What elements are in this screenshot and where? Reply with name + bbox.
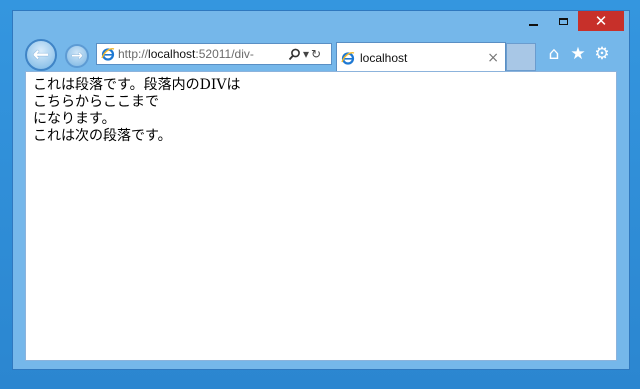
maximize-button[interactable] — [549, 11, 577, 31]
paragraph-line: こちらからここまで — [33, 94, 159, 110]
home-icon[interactable]: ⌂ — [544, 44, 564, 64]
close-button[interactable]: ✕ — [578, 11, 624, 31]
refresh-icon[interactable]: ↻ — [311, 48, 321, 60]
search-icon[interactable] — [288, 48, 301, 61]
maximize-icon — [558, 17, 568, 25]
forward-button[interactable]: → — [65, 44, 89, 68]
gear-icon[interactable]: ⚙ — [592, 44, 612, 64]
minimize-button[interactable] — [519, 11, 547, 31]
paragraph-line: これは段落です。段落内のDIVは — [33, 77, 241, 93]
title-bar[interactable]: ✕ — [13, 11, 629, 41]
minimize-icon — [528, 24, 538, 26]
forward-arrow-icon: → — [71, 48, 83, 64]
browser-window: ✕ ← → http://localhost:52011/div- ▾ ↻ lo… — [12, 10, 630, 370]
ie-logo-icon — [101, 47, 115, 61]
back-button[interactable]: ← — [25, 39, 57, 71]
navigation-bar: ← → http://localhost:52011/div- ▾ ↻ loca… — [13, 39, 629, 73]
address-bar[interactable]: http://localhost:52011/div- ▾ ↻ — [96, 43, 332, 65]
favorites-icon[interactable]: ★ — [568, 44, 588, 64]
search-dropdown-icon[interactable]: ▾ — [303, 48, 309, 60]
address-url[interactable]: http://localhost:52011/div- — [118, 47, 286, 61]
tab-label: localhost — [360, 50, 408, 65]
tab-favicon-icon — [341, 51, 355, 65]
page-content: これは段落です。段落内のDIVは こちらからここまで になります。 これは次の段… — [25, 71, 617, 361]
close-icon: ✕ — [594, 11, 608, 30]
new-tab-button[interactable] — [506, 43, 536, 71]
back-arrow-icon: ← — [32, 42, 50, 66]
paragraph-line: これは次の段落です。 — [33, 128, 172, 144]
tab-localhost[interactable]: localhost × — [336, 42, 506, 72]
tab-close-icon[interactable]: × — [487, 51, 499, 65]
paragraph-line: になります。 — [33, 111, 116, 127]
